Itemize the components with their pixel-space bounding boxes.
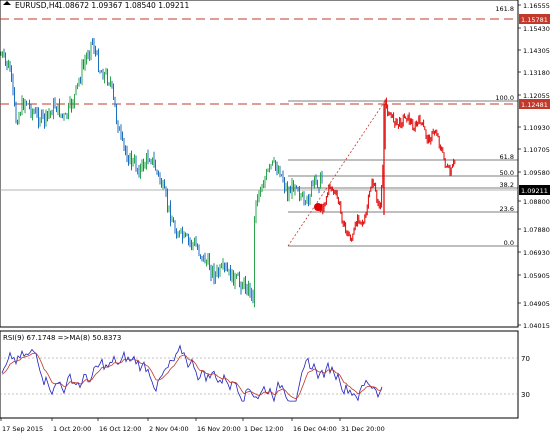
- price-tick-label: 1.04905: [523, 300, 550, 308]
- price-tick-label: 1.15430: [523, 25, 550, 33]
- time-tick-label: 16 Dec 04:00: [293, 425, 337, 433]
- current-price-tag-label: 1.09211: [521, 187, 548, 195]
- price-tick-label: 1.10930: [523, 124, 550, 132]
- projection-start-marker: [314, 203, 322, 211]
- ohlc-label: 1.08672 1.09367 1.08540 1.09211: [58, 1, 189, 10]
- fib-level-label: 161.8: [495, 5, 514, 13]
- price-tick-label: 1.06930: [523, 249, 550, 257]
- chart-header: EURUSD,H4 1.08672 1.09367 1.08540 1.0921…: [3, 1, 189, 10]
- fib-level-label: 0.0: [504, 239, 514, 247]
- price-tick-label: 1.08800: [523, 198, 550, 206]
- fib-level-label: 23.6: [500, 205, 514, 213]
- main-chart-frame: [0, 0, 519, 328]
- time-tick-label: 17 Sep 2015: [2, 425, 43, 433]
- price-tick-label: 1.13180: [523, 69, 550, 77]
- fib-level-label: 50.0: [500, 169, 514, 177]
- time-axis: 17 Sep 2015 1 Oct 20:00 16 Oct 12:00 2 Nov …: [0, 418, 385, 433]
- price-tick-label: 1.05905: [523, 272, 550, 280]
- rsi-level-70-label: 70: [521, 355, 530, 363]
- symbol-label: EURUSD,H4: [15, 1, 59, 10]
- price-tick-label: 1.12055: [523, 92, 550, 100]
- rsi-level-30-label: 30: [521, 391, 530, 399]
- rsi-panel-frame: [0, 330, 519, 419]
- dashed-high-price-tag-label: 1.12481: [521, 101, 548, 109]
- price-tick-label: 1.16555: [523, 2, 550, 10]
- fib-level-label: 38.2: [500, 181, 514, 189]
- rsi-title: RSI(9) 67.1748 =>MA(8) 50.8373: [3, 334, 121, 342]
- price-tick-label: 1.14305: [523, 47, 550, 55]
- time-tick-label: 1 Dec 12:00: [244, 425, 284, 433]
- time-tick-label: 31 Dec 20:00: [341, 425, 385, 433]
- price-axis: 1.16555 1.15430 1.14305 1.13180 1.12055 1.109…: [518, 2, 550, 330]
- fib-level-label: 100.0: [495, 94, 514, 102]
- time-tick-label: 16 Nov 20:00: [197, 425, 241, 433]
- price-tick-label: 1.04015: [523, 322, 550, 330]
- dashed-top-price-tag-label: 1.15781: [521, 16, 548, 24]
- price-tick-label: 1.10705: [523, 146, 550, 154]
- fib-level-label: 61.8: [500, 153, 514, 161]
- time-tick-label: 2 Nov 04:00: [149, 425, 189, 433]
- chart-window[interactable]: EURUSD,H4 1.08672 1.09367 1.08540 1.0921…: [0, 0, 550, 441]
- price-tick-label: 1.09580: [523, 169, 550, 177]
- time-tick-label: 16 Oct 12:00: [99, 425, 141, 433]
- time-tick-label: 1 Oct 20:00: [53, 425, 91, 433]
- price-tick-label: 1.07880: [523, 226, 550, 234]
